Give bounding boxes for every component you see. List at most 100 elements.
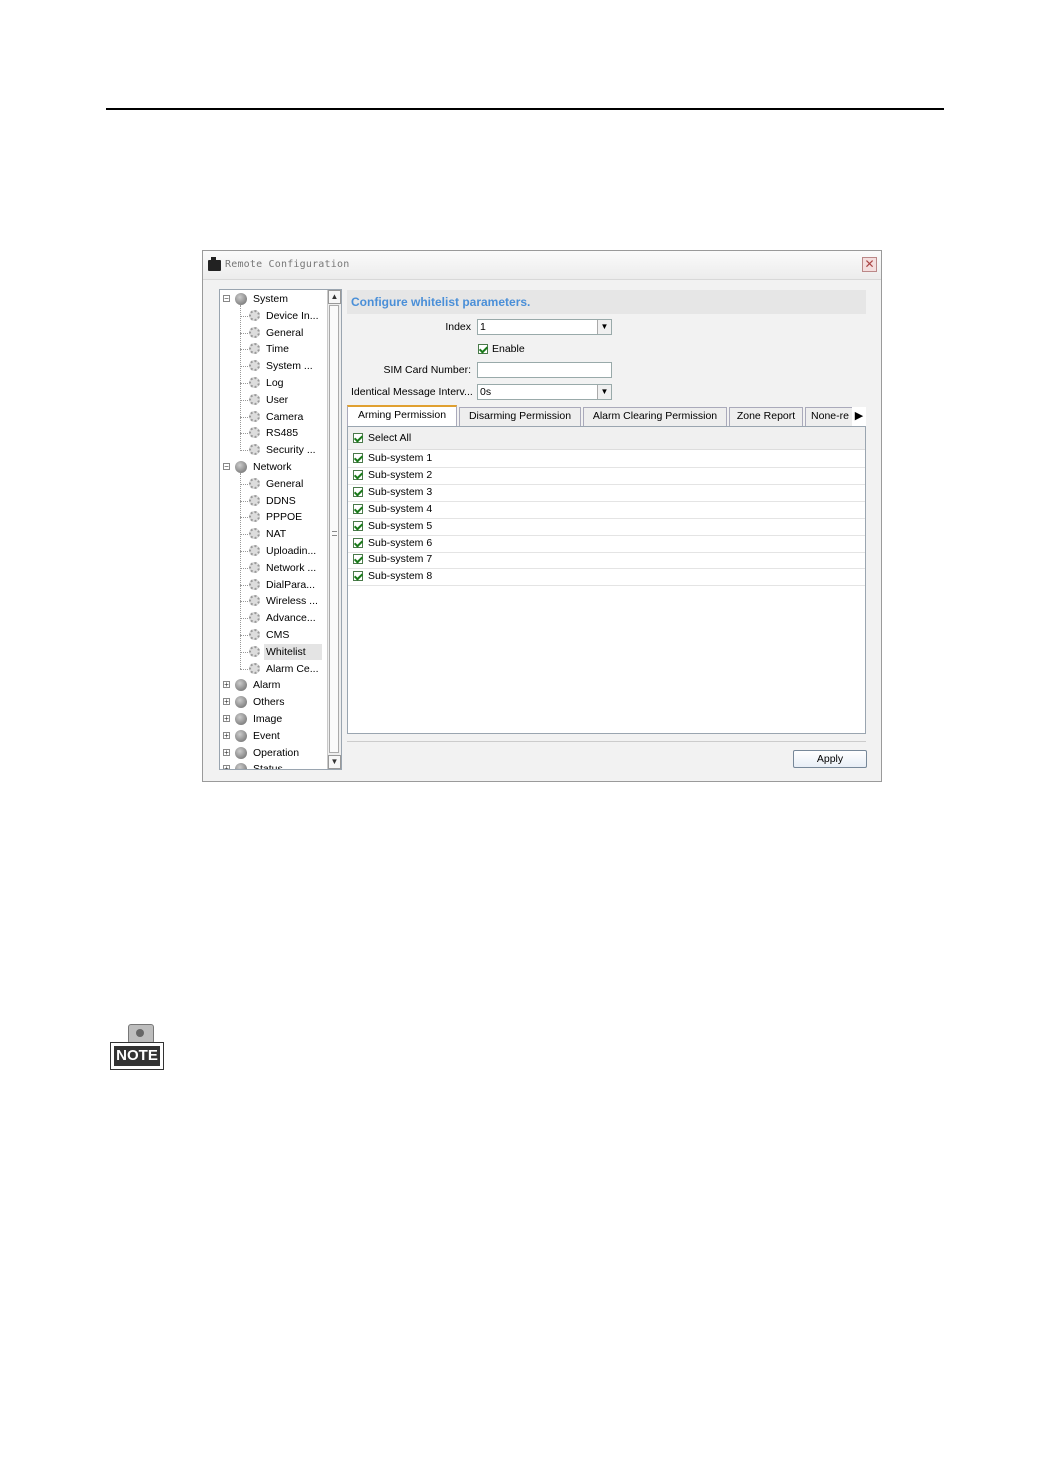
tree-group-label: Network	[253, 461, 292, 473]
tree-item-network[interactable]: Network ...	[220, 560, 328, 576]
sim-card-input[interactable]	[477, 362, 612, 378]
globe-icon	[235, 713, 247, 725]
interval-value: 0s	[480, 386, 492, 398]
tree-item-ddns[interactable]: DDNS	[220, 493, 328, 509]
collapse-icon[interactable]: −	[223, 295, 230, 303]
gear-icon	[249, 309, 260, 321]
tree-item-rs485[interactable]: RS485	[220, 425, 328, 441]
subsystem-checkbox[interactable]	[353, 469, 363, 480]
gear-icon	[249, 629, 260, 640]
expand-icon[interactable]: +	[223, 748, 230, 756]
index-select[interactable]: 1 ▼	[477, 319, 612, 335]
globe-icon	[235, 696, 247, 709]
scroll-down-button[interactable]: ▼	[328, 755, 341, 769]
tree-item-advance[interactable]: Advance...	[220, 610, 328, 626]
tree-item-uploadin[interactable]: Uploadin...	[220, 543, 328, 559]
tree-connector	[240, 635, 248, 636]
gear-icon	[249, 477, 260, 489]
tree-item-label: General	[266, 326, 304, 339]
apply-button[interactable]: Apply	[793, 750, 867, 768]
tab-zone-report[interactable]: Zone Report	[729, 407, 803, 426]
remote-configuration-window: Remote Configuration ✕ − System Device In.…	[202, 250, 882, 782]
tree-connector	[240, 416, 248, 418]
tree-item-label: Whitelist	[264, 643, 322, 660]
chevron-down-icon: ▼	[597, 385, 611, 399]
tree-item-label: Alarm Ce...	[266, 662, 319, 675]
subsystem-checkbox[interactable]	[353, 486, 363, 497]
globe-icon	[235, 293, 247, 305]
tree-item-label: System ...	[266, 360, 313, 373]
section-title: Configure whitelist parameters.	[351, 295, 531, 309]
tree-item-label: Network ...	[266, 561, 317, 574]
tree-item-system[interactable]: System ...	[220, 358, 328, 374]
tab-arming-permission[interactable]: Arming Permission	[347, 405, 457, 426]
tree-item-device-in[interactable]: Device In...	[220, 308, 328, 324]
gear-icon	[249, 662, 260, 674]
collapse-icon[interactable]: −	[223, 463, 230, 471]
tree-item-log[interactable]: Log	[220, 375, 328, 391]
gear-icon	[249, 595, 260, 607]
tree-item-general[interactable]: General	[220, 325, 328, 341]
tree-item-alarm-ce[interactable]: Alarm Ce...	[220, 661, 328, 677]
message-interval-select[interactable]: 0s ▼	[477, 384, 612, 400]
index-value: 1	[480, 321, 486, 333]
subsystem-checkbox[interactable]	[353, 554, 363, 565]
sim-card-label: SIM Card Number:	[383, 364, 471, 376]
tree-item-dialpara[interactable]: DialPara...	[220, 577, 328, 593]
tree-item-label: DDNS	[266, 494, 296, 507]
tree-item-label: NAT	[266, 528, 287, 541]
tree-item-user[interactable]: User	[220, 392, 328, 408]
tree-item-general[interactable]: General	[220, 476, 328, 492]
tab-alarm-clearing-permission[interactable]: Alarm Clearing Permission	[583, 407, 727, 426]
expand-icon[interactable]: +	[223, 715, 230, 723]
tree-item-security[interactable]: Security ...	[220, 442, 328, 458]
tree-item-label: Advance...	[266, 612, 316, 625]
tree-item-pppoe[interactable]: PPPOE	[220, 509, 328, 525]
tree-item-camera[interactable]: Camera	[220, 409, 328, 425]
tree-connector	[240, 567, 248, 569]
tree-connector	[240, 315, 248, 317]
close-button[interactable]: ✕	[862, 257, 877, 272]
gear-icon	[249, 427, 260, 439]
gear-icon	[249, 645, 260, 657]
enable-checkbox[interactable]	[478, 344, 488, 354]
tree-item-whitelist[interactable]: Whitelist	[220, 643, 328, 660]
tab-disarming-permission[interactable]: Disarming Permission	[459, 407, 581, 426]
tree-item-time[interactable]: Time	[220, 341, 328, 357]
subsystem-checkbox[interactable]	[353, 537, 363, 548]
tree-item-cms[interactable]: CMS	[220, 627, 328, 643]
tree-connector	[240, 349, 248, 351]
gear-icon	[249, 410, 260, 422]
note-badge: NOTE	[110, 1042, 164, 1070]
tab-none-report[interactable]: None-re	[805, 407, 855, 426]
expand-icon[interactable]: +	[223, 765, 230, 769]
subsystem-checkbox[interactable]	[353, 453, 363, 463]
globe-icon	[235, 746, 247, 759]
subsystem-checkbox[interactable]	[353, 520, 363, 531]
tree-item-wireless[interactable]: Wireless ...	[220, 593, 328, 609]
tree-connector	[240, 450, 248, 452]
tree-scrollbar[interactable]: ▲ ▼	[327, 290, 341, 769]
config-tree[interactable]: − System Device In... General Time System ...…	[219, 289, 342, 770]
tree-connector	[240, 332, 248, 334]
subsystem-checkbox[interactable]	[353, 571, 363, 582]
subsystem-checkbox[interactable]	[353, 503, 363, 514]
tree-item-nat[interactable]: NAT	[220, 526, 328, 542]
select-all-checkbox[interactable]	[353, 433, 363, 443]
tree-connector	[240, 473, 241, 670]
expand-icon[interactable]: +	[223, 698, 230, 706]
tree-connector	[240, 483, 248, 485]
expand-icon[interactable]: +	[223, 681, 230, 689]
expand-icon[interactable]: +	[223, 731, 230, 739]
scroll-thumb[interactable]	[329, 305, 339, 753]
title-bar[interactable]: Remote Configuration ✕	[203, 251, 881, 280]
close-icon: ✕	[864, 257, 875, 271]
tree-item-label: PPPOE	[266, 511, 303, 524]
subsystem-row: Sub-system 3	[348, 484, 865, 502]
tree-connector	[240, 668, 248, 670]
scroll-up-button[interactable]: ▲	[328, 290, 341, 304]
gear-icon	[249, 561, 260, 573]
subsystem-label: Sub-system 7	[368, 553, 433, 566]
tab-scroll-right-icon[interactable]: ▶	[852, 407, 866, 426]
tree-group-label: Others	[253, 696, 285, 709]
